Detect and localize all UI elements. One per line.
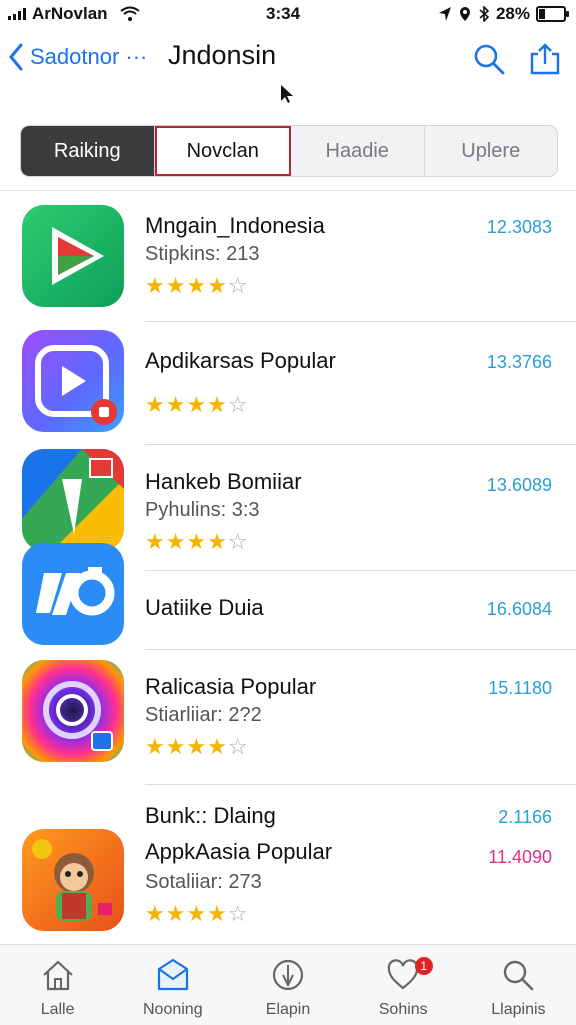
- list-item[interactable]: Uatiike Duia 16.6084: [0, 543, 576, 650]
- page-title: Jndonsin: [168, 40, 277, 70]
- inbox-icon: [157, 958, 188, 991]
- list-item[interactable]: Apdikarsas Popular ★★★★☆ 13.3766: [0, 322, 576, 445]
- app-value: 12.3083: [486, 217, 552, 237]
- list-item[interactable]: Mngain_Indonesia Stipkins: 213 ★★★★☆ 12.…: [0, 205, 576, 322]
- chevron-left-icon: [9, 43, 23, 71]
- status-bar: ArNovlan 3:34 28%: [0, 0, 576, 28]
- app-title: Uatiike Duia: [145, 595, 264, 620]
- play-store-icon: [22, 205, 124, 307]
- app-title: Ralicasia Popular: [145, 674, 317, 699]
- tab-search[interactable]: Llapinis: [461, 945, 576, 1025]
- app-title: AppkAasia Popular: [145, 839, 333, 864]
- swirl-icon: [22, 660, 124, 762]
- camera-icon: [22, 543, 124, 645]
- tab-bar: Lalle Nooning Elapin 1 Sohins Llapinis: [0, 944, 576, 1025]
- app-subtitle: Pyhulins: 3:3: [145, 499, 260, 521]
- app-value-secondary: 2.1166: [498, 807, 552, 827]
- signal-icon: [8, 8, 26, 20]
- home-icon: [42, 960, 73, 991]
- app-category: Bunk:: Dlaing: [145, 803, 276, 828]
- app-subtitle: Sotaliiar: 273: [145, 871, 262, 893]
- battery-percent: 28%: [495, 4, 530, 23]
- share-icon[interactable]: [528, 42, 562, 76]
- tab-elapin[interactable]: Elapin: [230, 945, 345, 1025]
- app-subtitle: Stipkins: 213: [145, 243, 260, 265]
- cartoon-game-icon: [22, 829, 124, 931]
- rating-stars: ★★★★☆: [145, 392, 249, 417]
- wifi-icon: [119, 6, 140, 21]
- search-icon[interactable]: [472, 42, 506, 76]
- bluetooth-icon: [479, 6, 490, 22]
- tab-label: Sohins: [378, 1001, 428, 1018]
- tab-label: Nooning: [143, 1001, 203, 1018]
- tab-sohins[interactable]: 1 Sohins: [346, 945, 461, 1025]
- segmented-control: Raiking Novclan Haadie Uplere: [20, 125, 558, 177]
- compass-icon: [272, 959, 304, 991]
- rating-stars: ★★★★☆: [145, 273, 249, 298]
- segment-novclan[interactable]: Novclan: [154, 126, 291, 176]
- back-button[interactable]: Sadotnor ···: [8, 42, 147, 72]
- app-value: 16.6084: [486, 599, 552, 619]
- battery-icon: [536, 6, 569, 22]
- back-label: Sadotnor ···: [30, 44, 148, 69]
- location-icon: [438, 7, 451, 21]
- navigation-bar: Sadotnor ··· Jndonsin: [0, 28, 576, 92]
- notification-badge: 1: [414, 957, 433, 975]
- mouse-cursor-icon: [281, 85, 293, 103]
- pin-icon: [459, 7, 470, 21]
- app-value: 13.3766: [486, 352, 552, 372]
- app-title: Apdikarsas Popular: [145, 348, 336, 373]
- clock: 3:34: [266, 4, 301, 23]
- rating-stars: ★★★★☆: [145, 901, 249, 926]
- rating-stars: ★★★★☆: [145, 529, 249, 554]
- app-value: 13.6089: [486, 475, 552, 495]
- tab-label: Lalle: [40, 1001, 75, 1018]
- carrier-label: ArNovlan: [32, 4, 108, 23]
- rating-stars: ★★★★☆: [145, 734, 249, 759]
- app-value: 11.4090: [488, 847, 552, 867]
- segment-ranking[interactable]: Raiking: [21, 126, 155, 176]
- tab-home[interactable]: Lalle: [0, 945, 115, 1025]
- divider: [0, 190, 576, 191]
- segment-uplere[interactable]: Uplere: [425, 126, 558, 176]
- maps-icon: [22, 449, 124, 551]
- app-title: Hankeb Bomiiar: [145, 469, 302, 494]
- video-play-icon: [22, 330, 124, 432]
- search-icon: [504, 960, 534, 991]
- tab-label: Elapin: [265, 1001, 311, 1018]
- app-title: Mngain_Indonesia: [145, 213, 325, 238]
- tab-nooning[interactable]: Nooning: [115, 945, 230, 1025]
- app-value: 15.1180: [488, 678, 552, 698]
- list-item[interactable]: Ralicasia Popular Stiarliiar: 2?2 ★★★★☆ …: [0, 650, 576, 785]
- app-subtitle: Stiarliiar: 2?2: [145, 704, 262, 726]
- tab-label: Llapinis: [491, 1001, 546, 1018]
- segment-haadie[interactable]: Haadie: [291, 126, 425, 176]
- list-item[interactable]: Bunk:: Dlaing 2.1166 AppkAasia Popular S…: [0, 785, 576, 943]
